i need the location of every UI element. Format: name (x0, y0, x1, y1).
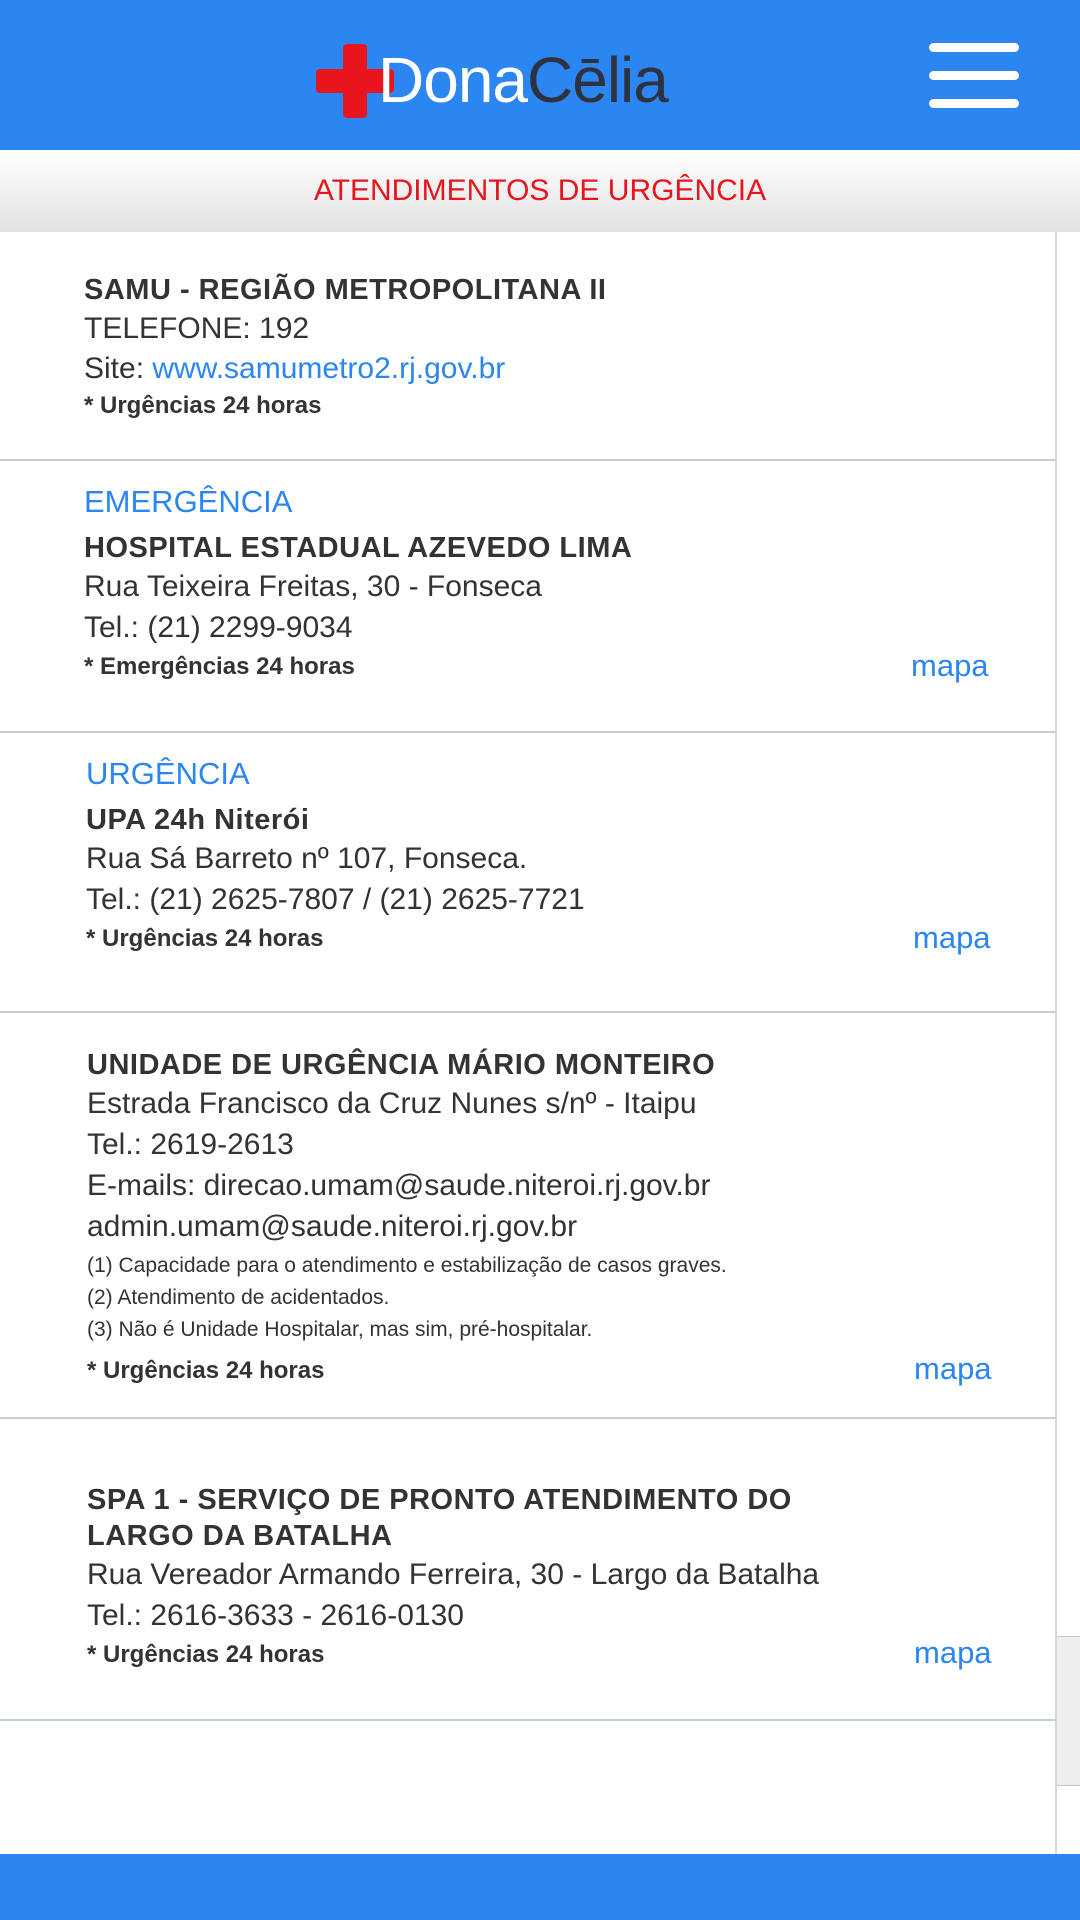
site-label: Site: (84, 352, 145, 385)
entry-phone: Tel.: (21) 2299-9034 (84, 611, 353, 644)
entry-note: * Urgências 24 horas (87, 1641, 325, 1668)
logo-wordmark: DonaCēlia (378, 42, 669, 118)
entry-emails: E-mails: direcao.umam@saude.niteroi.rj.g… (87, 1169, 711, 1202)
entry-title: UPA 24h Niterói (86, 804, 310, 836)
app-header: DonaCēlia (0, 0, 1080, 150)
list-item-upa-niteroi: URGÊNCIA UPA 24h Niterói Rua Sá Barreto … (0, 733, 1055, 1013)
map-link[interactable]: mapa (911, 648, 989, 684)
scrollbar-thumb[interactable] (1057, 1636, 1080, 1786)
entry-site: Site: www.samumetro2.rj.gov.br (84, 352, 505, 386)
app-footer (0, 1854, 1080, 1920)
entry-category: EMERGÊNCIA (84, 484, 293, 519)
entry-detail: (3) Não é Unidade Hospitalar, mas sim, p… (87, 1318, 593, 1341)
entry-detail: (2) Atendimento de acidentados. (87, 1286, 390, 1309)
logo-word-celia: Cēlia (527, 44, 669, 116)
list-item-mario-monteiro: UNIDADE DE URGÊNCIA MÁRIO MONTEIRO Estra… (0, 1013, 1055, 1419)
entry-title: UNIDADE DE URGÊNCIA MÁRIO MONTEIRO (87, 1049, 716, 1081)
entry-phone: TELEFONE: 192 (84, 312, 310, 345)
entry-title: HOSPITAL ESTADUAL AZEVEDO LIMA (84, 532, 633, 564)
entry-address: Rua Sá Barreto nº 107, Fonseca. (86, 842, 528, 875)
list-item-spa-largo-da-batalha: SPA 1 - SERVIÇO DE PRONTO ATENDIMENTO DO… (0, 1419, 1055, 1721)
emergency-list: SAMU - REGIÃO METROPOLITANA II TELEFONE:… (0, 232, 1055, 1854)
entry-address: Rua Vereador Armando Ferreira, 30 - Larg… (87, 1558, 820, 1591)
dona-celia-logo[interactable]: DonaCēlia (316, 40, 676, 120)
page-title: ATENDIMENTOS DE URGÊNCIA (0, 150, 1080, 232)
entry-phone: Tel.: (21) 2625-7807 / (21) 2625-7721 (86, 883, 585, 916)
map-link[interactable]: mapa (913, 920, 991, 956)
entry-title: SAMU - REGIÃO METROPOLITANA II (84, 274, 607, 306)
list-item-hospital-azevedo-lima: EMERGÊNCIA HOSPITAL ESTADUAL AZEVEDO LIM… (0, 461, 1055, 733)
entry-emails-cont: admin.umam@saude.niteroi.rj.gov.br (87, 1210, 578, 1243)
list-item-samu: SAMU - REGIÃO METROPOLITANA II TELEFONE:… (0, 232, 1055, 461)
entry-title: SPA 1 - SERVIÇO DE PRONTO ATENDIMENTO DO (87, 1484, 792, 1516)
logo-word-dona: Dona (378, 44, 528, 116)
entry-address: Estrada Francisco da Cruz Nunes s/nº - I… (87, 1087, 697, 1120)
map-link[interactable]: mapa (914, 1635, 992, 1671)
scrollbar-track[interactable] (1055, 232, 1080, 1854)
entry-detail: (1) Capacidade para o atendimento e esta… (87, 1254, 727, 1277)
hamburger-menu-icon[interactable] (926, 40, 1022, 112)
entry-category: URGÊNCIA (86, 756, 250, 791)
site-link[interactable]: www.samumetro2.rj.gov.br (152, 352, 505, 385)
map-link[interactable]: mapa (914, 1351, 992, 1387)
entry-note: * Urgências 24 horas (87, 1357, 325, 1384)
entry-phone: Tel.: 2619-2613 (87, 1128, 294, 1161)
entry-note: * Urgências 24 horas (86, 925, 324, 952)
entry-address: Rua Teixeira Freitas, 30 - Fonseca (84, 570, 542, 603)
entry-title-cont: LARGO DA BATALHA (87, 1520, 393, 1552)
entry-phone: Tel.: 2616-3633 - 2616-0130 (87, 1599, 464, 1632)
entry-note: * Urgências 24 horas (84, 392, 322, 419)
entry-note: * Emergências 24 horas (84, 653, 355, 680)
